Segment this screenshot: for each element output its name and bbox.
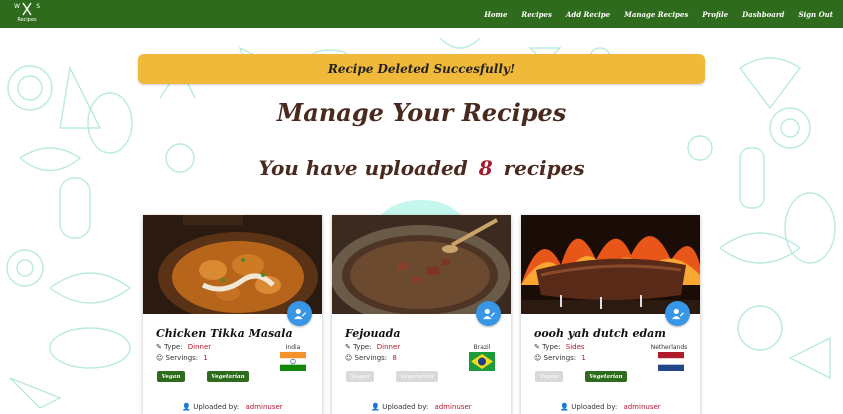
india-flag-icon	[280, 352, 306, 371]
country-name: India	[285, 344, 301, 351]
netherlands-flag-icon	[658, 352, 684, 371]
recipe-title[interactable]: Chicken Tikka Masala	[156, 327, 293, 340]
uploader-icon: 👤	[371, 403, 381, 411]
recipe-servings: ☺ Servings: 1	[156, 354, 208, 362]
recipe-photo-grilled-ribs	[521, 215, 700, 314]
edit-recipe-button[interactable]	[287, 301, 312, 326]
user-edit-icon	[671, 308, 684, 319]
servings-icon: ☺	[156, 354, 164, 362]
nav-recipes[interactable]: Recipes	[521, 10, 551, 19]
country-name: Netherlands	[650, 344, 688, 351]
recipe-type: ✎ Type: Dinner	[345, 343, 400, 351]
alert-text: Recipe Deleted Succesfully!	[327, 62, 516, 76]
servings-value: 1	[581, 354, 586, 362]
type-value: Sides	[565, 343, 585, 351]
uploader-icon: 👤	[560, 403, 570, 411]
recipe-card[interactable]: oooh yah dutch edam ✎ Type: Sides ☺ Serv…	[521, 215, 700, 414]
servings-value: 8	[392, 354, 397, 362]
recipe-photo-feijoada	[332, 215, 511, 314]
servings-value: 1	[203, 354, 208, 362]
count-prefix: You have uploaded	[258, 156, 468, 180]
recipe-card[interactable]: Chicken Tikka Masala ✎ Type: Dinner ☺ Se…	[143, 215, 322, 414]
recipe-type: ✎ Type: Dinner	[156, 343, 211, 351]
servings-label: Servings:	[354, 354, 388, 362]
recipe-title[interactable]: oooh yah dutch edam	[534, 327, 666, 340]
servings-label: Servings:	[165, 354, 199, 362]
recipe-title[interactable]: Fejouada	[345, 327, 400, 340]
type-label: Type:	[542, 343, 561, 351]
recipe-servings: ☺ Servings: 8	[345, 354, 397, 362]
nav-manage-recipes[interactable]: Manage Recipes	[624, 10, 688, 19]
uploaded-by-label: Uploaded by:	[382, 403, 429, 411]
country-name: Brazil	[473, 344, 491, 351]
vegetarian-badge: Vegetarian	[396, 371, 438, 382]
nav-add-recipe[interactable]: Add Recipe	[566, 10, 610, 19]
success-alert: Recipe Deleted Succesfully!	[138, 54, 705, 84]
nav-dashboard[interactable]: Dashboard	[742, 10, 784, 19]
recipe-photo-chicken-tikka	[143, 215, 322, 314]
type-value: Dinner	[376, 343, 401, 351]
main-content: Recipe Deleted Succesfully! Manage Your …	[0, 28, 843, 414]
edit-recipe-button[interactable]	[476, 301, 501, 326]
uploader-username[interactable]: adminuser	[623, 403, 660, 411]
uploaded-by-label: Uploaded by:	[571, 403, 618, 411]
brand-logo[interactable]: W S Recipes	[14, 2, 40, 26]
uploaded-by-label: Uploaded by:	[193, 403, 240, 411]
uploaded-by: 👤 Uploaded by: adminuser	[521, 403, 700, 411]
uploaded-by: 👤 Uploaded by: adminuser	[143, 403, 322, 411]
type-icon: ✎	[345, 343, 351, 351]
nav-profile[interactable]: Profile	[702, 10, 728, 19]
uploaded-by: 👤 Uploaded by: adminuser	[332, 403, 511, 411]
vegan-badge: Vegan	[346, 371, 374, 382]
recipe-type: ✎ Type: Sides	[534, 343, 585, 351]
servings-icon: ☺	[534, 354, 542, 362]
type-icon: ✎	[156, 343, 162, 351]
type-icon: ✎	[534, 343, 540, 351]
brand-letter-left: W	[14, 3, 20, 10]
page-title: Manage Your Recipes	[276, 98, 567, 127]
utensils-icon	[22, 2, 32, 16]
recipe-card[interactable]: Fejouada ✎ Type: Dinner ☺ Servings: 8 Br…	[332, 215, 511, 414]
nav-home[interactable]: Home	[484, 10, 507, 19]
vegan-badge: Vegan	[157, 371, 185, 382]
count-suffix: recipes	[503, 156, 585, 180]
top-navbar: W S Recipes Home Recipes Add Recipe Mana…	[0, 0, 843, 28]
type-label: Type:	[353, 343, 372, 351]
nav-links: Home Recipes Add Recipe Manage Recipes P…	[484, 10, 833, 19]
recipe-count-heading: You have uploaded 8 recipes	[0, 156, 843, 180]
user-edit-icon	[482, 308, 495, 319]
uploader-username[interactable]: adminuser	[434, 403, 471, 411]
uploader-icon: 👤	[182, 403, 192, 411]
type-value: Dinner	[187, 343, 212, 351]
servings-icon: ☺	[345, 354, 353, 362]
type-label: Type:	[164, 343, 183, 351]
user-edit-icon	[293, 308, 306, 319]
vegetarian-badge: Vegetarian	[207, 371, 249, 382]
recipe-servings: ☺ Servings: 1	[534, 354, 586, 362]
servings-label: Servings:	[543, 354, 577, 362]
brazil-flag-icon	[469, 352, 495, 371]
vegan-badge: Vegan	[535, 371, 563, 382]
vegetarian-badge: Vegetarian	[585, 371, 627, 382]
brand-letter-right: S	[36, 3, 40, 10]
count-number: 8	[478, 156, 493, 180]
brand-subtitle: Recipes	[17, 17, 37, 23]
nav-sign-out[interactable]: Sign Out	[798, 10, 833, 19]
uploader-username[interactable]: adminuser	[245, 403, 282, 411]
edit-recipe-button[interactable]	[665, 301, 690, 326]
